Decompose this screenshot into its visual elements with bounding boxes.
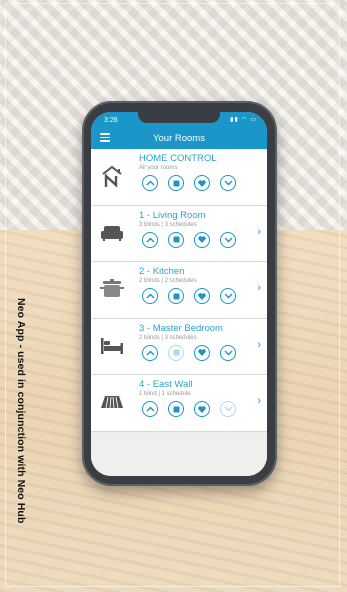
chevron-right-icon[interactable]: › bbox=[257, 395, 261, 407]
room-title: 4 - East Wall bbox=[139, 379, 193, 390]
app-header: Your Rooms bbox=[91, 128, 267, 149]
chevron-right-icon[interactable]: › bbox=[257, 226, 261, 238]
chevron-right-icon[interactable]: › bbox=[257, 339, 261, 351]
phone-notch bbox=[138, 112, 220, 123]
chevron-up-icon bbox=[146, 293, 154, 299]
room-row-kitchen[interactable]: 2 - Kitchen 2 blinds | 2 schedules › bbox=[91, 262, 267, 319]
chevron-down-icon bbox=[224, 406, 232, 412]
chevron-up-icon bbox=[146, 406, 154, 412]
lower-blinds-button[interactable] bbox=[220, 344, 236, 361]
room-subtitle: All your rooms bbox=[139, 165, 178, 171]
room-title: HOME CONTROL bbox=[139, 153, 217, 164]
stop-blinds-button[interactable] bbox=[168, 344, 184, 361]
room-subtitle: 2 blinds | 3 schedules bbox=[139, 334, 197, 341]
lower-blinds-button[interactable] bbox=[220, 175, 236, 191]
chevron-down-icon bbox=[224, 350, 232, 355]
signal-wifi-battery-icon: ▮▮ ◠ ▭ bbox=[230, 117, 257, 123]
favourite-position-button[interactable] bbox=[194, 401, 210, 417]
chevron-down-icon bbox=[224, 180, 232, 186]
chevron-right-icon[interactable]: › bbox=[257, 282, 261, 294]
cooking-pot-icon bbox=[99, 276, 125, 302]
bed-icon bbox=[99, 333, 125, 359]
heart-icon bbox=[198, 236, 206, 243]
room-list: HOME CONTROL All your rooms 1 - Living R… bbox=[91, 149, 267, 432]
chevron-down-icon bbox=[224, 237, 232, 242]
room-subtitle: 2 blinds | 2 schedules bbox=[139, 278, 197, 284]
page-title: Your Rooms bbox=[153, 133, 205, 144]
side-caption: Neo App - used in conjunction with Neo H… bbox=[15, 298, 27, 524]
favourite-position-button[interactable] bbox=[194, 175, 210, 191]
room-row-master-bedroom[interactable]: 3 - Master Bedroom 2 blinds | 3 schedule… bbox=[91, 318, 267, 375]
stop-square-icon bbox=[173, 293, 179, 299]
heart-icon bbox=[198, 179, 206, 187]
stop-blinds-button[interactable] bbox=[168, 288, 184, 304]
chevron-down-icon bbox=[224, 293, 232, 299]
room-title: 2 - Kitchen bbox=[139, 266, 185, 277]
awning-icon bbox=[99, 389, 125, 415]
home-icon bbox=[99, 163, 125, 189]
heart-icon bbox=[198, 292, 206, 300]
stop-square-icon bbox=[173, 236, 179, 243]
room-row-east-wall[interactable]: 4 - East Wall 1 blind | 1 schedule › bbox=[91, 375, 267, 432]
chevron-up-icon bbox=[146, 237, 154, 242]
stop-square-icon bbox=[173, 180, 179, 186]
heart-icon bbox=[198, 349, 206, 356]
stop-blinds-button[interactable] bbox=[168, 231, 184, 248]
raise-blinds-button[interactable] bbox=[142, 401, 158, 417]
room-subtitle: 3 blinds | 3 schedules bbox=[139, 221, 197, 228]
favourite-position-button[interactable] bbox=[194, 344, 210, 361]
stop-square-icon bbox=[173, 349, 179, 356]
heart-icon bbox=[198, 405, 206, 413]
status-time: 3:26 bbox=[104, 117, 118, 124]
phone-screen: 3:26 ▮▮ ◠ ▭ Your Rooms HOME CONTROL All … bbox=[91, 112, 267, 476]
lower-blinds-button[interactable] bbox=[220, 231, 236, 248]
room-row-living-room[interactable]: 1 - Living Room 3 blinds | 3 schedules › bbox=[91, 205, 267, 262]
room-title: 3 - Master Bedroom bbox=[139, 322, 223, 334]
favourite-position-button[interactable] bbox=[194, 231, 210, 248]
stop-blinds-button[interactable] bbox=[168, 175, 184, 191]
lower-blinds-button[interactable] bbox=[220, 401, 236, 417]
stop-blinds-button[interactable] bbox=[168, 401, 184, 417]
lower-blinds-button[interactable] bbox=[220, 288, 236, 304]
chevron-up-icon bbox=[146, 180, 154, 186]
raise-blinds-button[interactable] bbox=[142, 231, 158, 248]
room-title: 1 - Living Room bbox=[139, 209, 206, 221]
raise-blinds-button[interactable] bbox=[142, 175, 158, 191]
empty-list-area bbox=[91, 438, 267, 476]
raise-blinds-button[interactable] bbox=[142, 344, 158, 361]
stop-square-icon bbox=[173, 406, 179, 412]
favourite-position-button[interactable] bbox=[194, 288, 210, 304]
room-row-home-control[interactable]: HOME CONTROL All your rooms bbox=[91, 149, 267, 206]
room-subtitle: 1 blind | 1 schedule bbox=[139, 391, 191, 397]
chevron-up-icon bbox=[146, 350, 154, 355]
sofa-icon bbox=[99, 220, 125, 246]
raise-blinds-button[interactable] bbox=[142, 288, 158, 304]
